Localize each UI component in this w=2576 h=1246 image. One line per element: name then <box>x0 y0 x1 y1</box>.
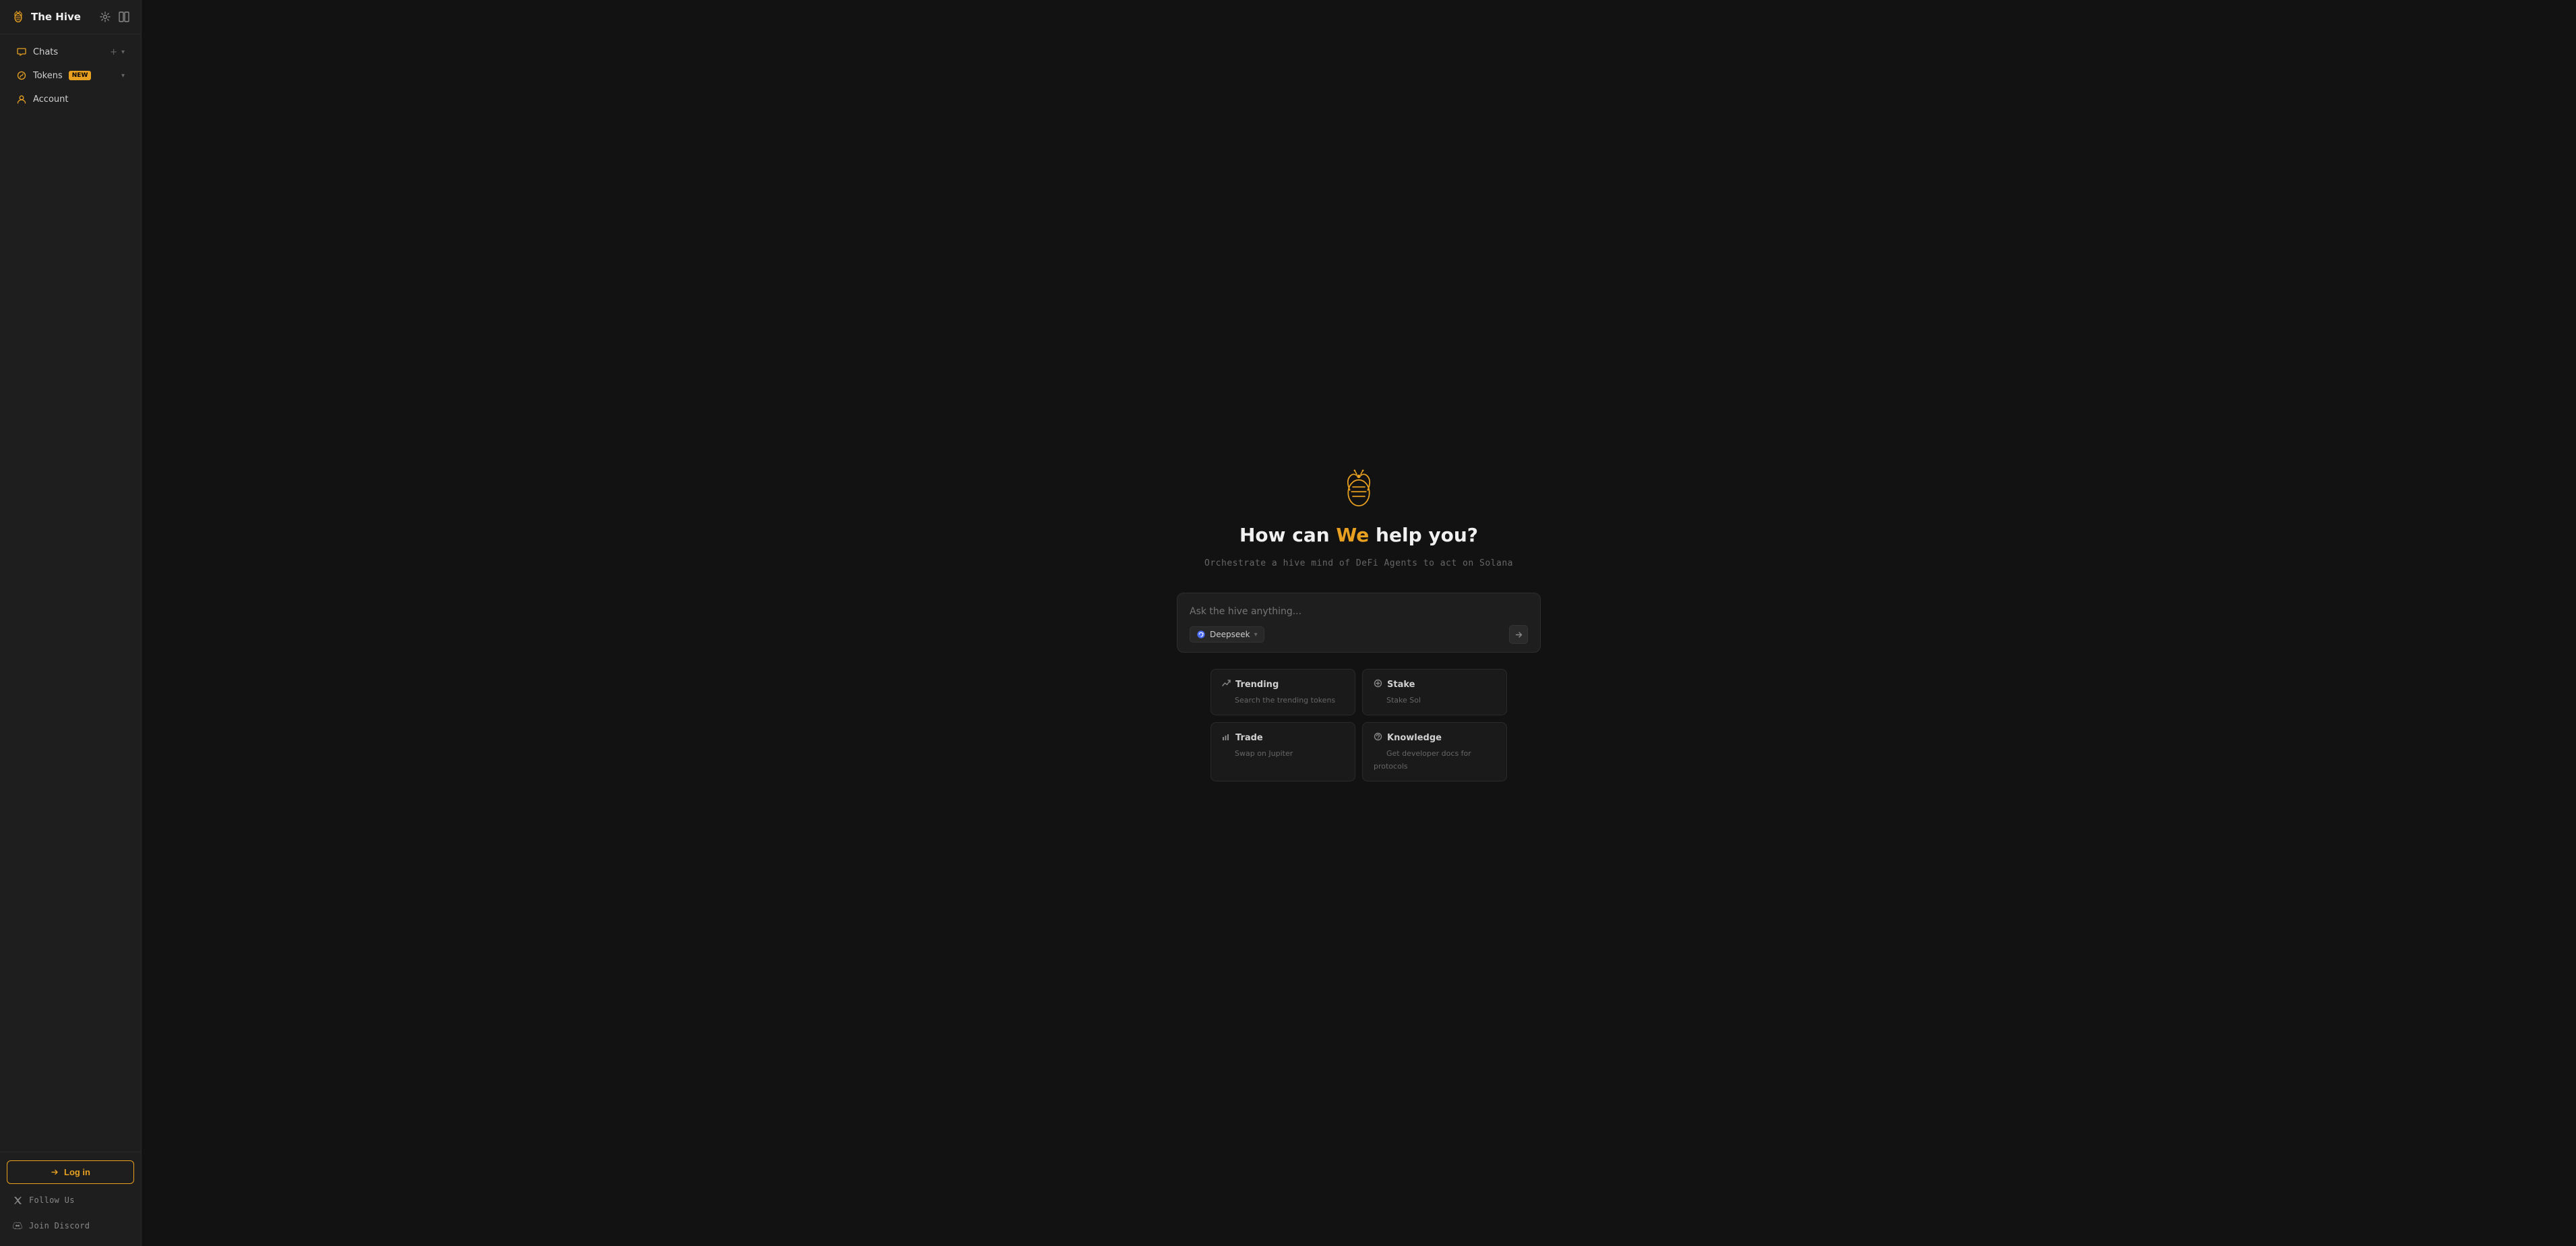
sidebar-nav: Chats + ▾ Tokens New ▾ <box>0 34 141 1152</box>
discord-icon <box>12 1220 23 1231</box>
x-icon <box>12 1195 23 1206</box>
sidebar-item-chats[interactable]: Chats + ▾ <box>5 40 135 63</box>
chat-input-footer: Deepseek ▾ <box>1190 625 1528 644</box>
quick-action-trade[interactable]: Trade Swap on Jupiter <box>1210 722 1355 781</box>
sidebar-bottom: Log in Follow Us Join Discord <box>0 1152 141 1246</box>
chat-input[interactable] <box>1190 606 1528 617</box>
layout-icon[interactable] <box>118 11 130 23</box>
send-button[interactable] <box>1509 625 1528 644</box>
knowledge-desc: Get developer docs for protocols <box>1374 749 1471 771</box>
account-icon <box>16 94 27 105</box>
trade-icon <box>1222 732 1231 743</box>
hero-bee-icon <box>1335 465 1382 512</box>
model-selector[interactable]: Deepseek ▾ <box>1190 626 1264 643</box>
send-icon <box>1514 630 1523 639</box>
hero-title: How can We help you? <box>1239 524 1478 546</box>
trending-icon <box>1222 679 1231 690</box>
sidebar-item-tokens[interactable]: Tokens New ▾ <box>5 64 135 87</box>
header-icon-group <box>99 11 130 23</box>
trending-title: Trending <box>1235 680 1279 690</box>
add-chat-icon[interactable]: + <box>110 47 117 57</box>
quick-actions-grid: Trending Search the trending tokens Stak… <box>1210 669 1507 781</box>
sidebar-item-account[interactable]: Account <box>5 88 135 111</box>
app-title: The Hive <box>31 11 81 23</box>
hero-subtitle: Orchestrate a hive mind of DeFi Agents t… <box>1204 558 1513 568</box>
new-badge: New <box>69 71 92 80</box>
stake-title: Stake <box>1387 680 1415 690</box>
chat-icon <box>16 47 27 57</box>
login-button[interactable]: Log in <box>7 1160 134 1184</box>
model-chevron-icon: ▾ <box>1254 631 1258 639</box>
quick-action-knowledge[interactable]: Knowledge Get developer docs for protoco… <box>1362 722 1507 781</box>
bee-icon <box>11 9 26 24</box>
trade-desc: Swap on Jupiter <box>1235 749 1293 758</box>
model-selector-label: Deepseek <box>1210 630 1250 639</box>
hero-section: How can We help you? Orchestrate a hive … <box>1204 465 1513 568</box>
chat-input-container: Deepseek ▾ <box>1177 593 1541 653</box>
sidebar-item-chats-label: Chats <box>33 47 58 57</box>
stake-desc: Stake Sol <box>1386 696 1421 705</box>
stake-icon <box>1374 679 1382 690</box>
quick-action-trending[interactable]: Trending Search the trending tokens <box>1210 669 1355 715</box>
chevron-down-icon: ▾ <box>121 49 125 56</box>
trending-desc: Search the trending tokens <box>1235 696 1335 705</box>
sidebar-header: The Hive <box>0 0 141 34</box>
settings-icon[interactable] <box>99 11 111 23</box>
trade-title: Trade <box>1235 733 1263 743</box>
deepseek-icon <box>1196 630 1206 639</box>
login-arrow-icon <box>51 1168 59 1177</box>
join-discord-link[interactable]: Join Discord <box>7 1216 134 1235</box>
follow-us-link[interactable]: Follow Us <box>7 1191 134 1210</box>
sidebar-item-account-label: Account <box>33 94 69 105</box>
token-icon <box>16 70 27 81</box>
knowledge-title: Knowledge <box>1387 733 1442 743</box>
sidebar-item-tokens-label: Tokens <box>33 71 63 81</box>
join-discord-label: Join Discord <box>29 1221 90 1230</box>
knowledge-icon <box>1374 732 1382 743</box>
main-content: How can We help you? Orchestrate a hive … <box>142 0 2576 1246</box>
chevron-down-icon: ▾ <box>121 72 125 80</box>
quick-action-stake[interactable]: Stake Stake Sol <box>1362 669 1507 715</box>
follow-us-label: Follow Us <box>29 1195 75 1205</box>
sidebar: The Hive <box>0 0 142 1246</box>
app-logo[interactable]: The Hive <box>11 9 81 24</box>
